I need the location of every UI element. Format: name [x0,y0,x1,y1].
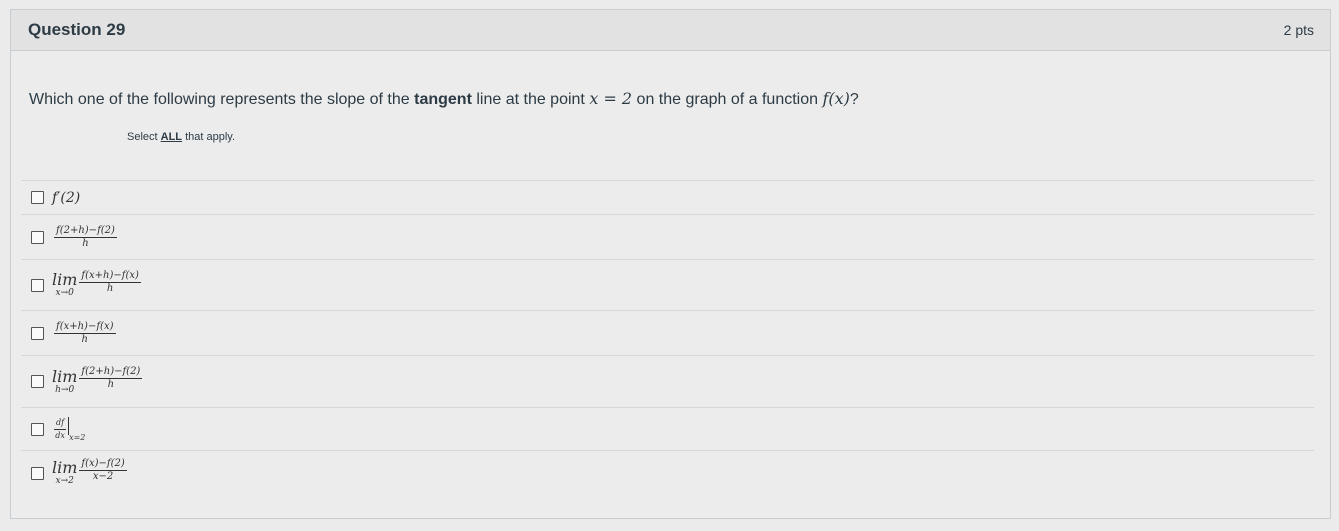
answer-expression: f′(2) [52,189,81,206]
question-title: Question 29 [28,20,126,39]
answer-expression: f(2+h)−f(2) h [52,225,117,250]
fraction-denominator: h [82,237,89,249]
answer-checkbox[interactable] [31,422,44,436]
limit-word: lim [52,366,78,386]
answer-option[interactable]: f(x+h)−f(x) h [21,311,1314,356]
answer-expression: lim x→2 f(x)−f(2) x−2 [52,457,127,487]
fraction-numerator: f(x+h)−f(x) [54,320,116,334]
question-text: Which one of the following represents th… [29,89,859,109]
fraction: f(x+h)−f(x) h [54,321,116,346]
answer-checkbox[interactable] [31,191,44,204]
answer-option[interactable]: lim x→0 f(x+h)−f(x) h [21,260,1314,311]
answer-option[interactable]: lim x→2 f(x)−f(2) x−2 [21,451,1314,495]
answer-option[interactable]: df dx x=2 [21,408,1314,451]
limit-word: lim [52,458,78,477]
answer-expression: lim x→0 f(x+h)−f(x) h [52,270,141,299]
answer-checkbox[interactable] [31,326,44,340]
fraction-denominator: x−2 [92,470,114,482]
fraction: f(2+h)−f(2) h [79,366,143,391]
answer-checkbox[interactable] [31,466,44,480]
question-header: Question 29 2 pts [11,10,1330,51]
answer-expression: lim h→0 f(2+h)−f(2) h [52,366,143,395]
function-expression: f(x) [822,89,850,108]
limit: lim h→0 [52,366,78,395]
fraction: f(x)−f(2) x−2 [79,457,127,483]
answer-checkbox[interactable] [31,278,44,292]
point-expression: x = 2 [589,89,633,108]
question-text-part: on the graph of a function [632,91,823,108]
answer-option[interactable]: f′(2) [21,181,1314,215]
derivative-fraction: df dx [54,417,67,442]
fraction-denominator: dx [55,430,65,440]
question-text-part: Which one of the following represents th… [29,91,415,108]
answer-checkbox[interactable] [31,375,44,388]
fraction-numerator: f(x+h)−f(x) [79,269,141,283]
instruction-text: Select ALL that apply. [127,131,235,143]
question-points: 2 pts [1283,22,1314,38]
evaluation-point: x=2 [69,432,86,442]
limit: lim x→2 [52,458,78,487]
question-text-bold: tangent [414,91,472,108]
fraction: f(x+h)−f(x) h [79,270,141,295]
fraction-numerator: f(2+h)−f(2) [79,366,143,379]
fraction: f(2+h)−f(2) h [54,225,117,250]
limit: lim x→0 [52,270,78,299]
answer-option[interactable]: f(2+h)−f(2) h [21,215,1314,260]
limit-word: lim [52,270,78,289]
question-text-part: line at the point [471,91,590,108]
question-card: Question 29 2 pts Which one of the follo… [10,9,1331,519]
answer-expression: df dx x=2 [52,416,86,442]
fraction-denominator: h [81,333,88,345]
fraction-numerator: f(2+h)−f(2) [54,224,117,238]
answer-list: f′(2) f(2+h)−f(2) h lim x→0 f(x+h)−f(x) … [21,180,1314,495]
instruction-all: ALL [160,131,183,143]
answer-expression: f(x+h)−f(x) h [52,321,116,346]
answer-checkbox[interactable] [31,230,44,244]
instruction-suffix: that apply. [182,131,236,143]
fraction-numerator: f(x)−f(2) [79,457,127,471]
fraction-numerator: df [54,417,67,430]
limit-subscript: x→0 [55,288,74,298]
limit-subscript: x→2 [55,476,74,486]
fraction-denominator: h [107,379,115,390]
answer-option[interactable]: lim h→0 f(2+h)−f(2) h [21,356,1314,408]
limit-subscript: h→0 [55,384,75,395]
question-text-part: ? [849,91,859,108]
instruction-prefix: Select [127,131,161,143]
fraction-denominator: h [106,282,114,294]
